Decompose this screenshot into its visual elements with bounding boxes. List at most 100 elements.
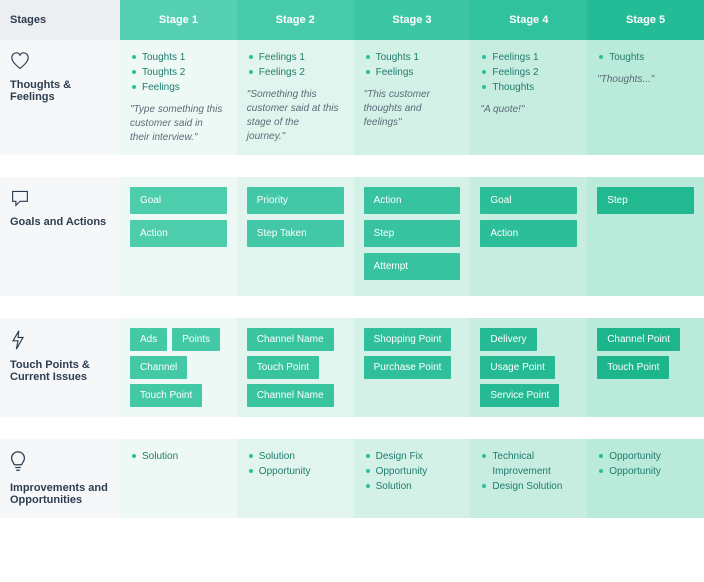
bullet-list: Toughts: [599, 50, 694, 65]
touch-tag: Channel: [130, 356, 187, 379]
list-item: Feelings 1: [249, 50, 344, 65]
touch-tag: Points: [172, 328, 220, 351]
list-item: Toughts: [599, 50, 694, 65]
stages-label-cell: Stages: [0, 0, 120, 40]
list-item: Toughts 1: [132, 50, 227, 65]
row-goals: Goals and Actions Goal Action Priority S…: [0, 177, 704, 296]
goals-cell-1: Goal Action: [120, 177, 237, 296]
goal-card: Goal: [130, 187, 227, 214]
touch-tag: Touch Point: [247, 356, 319, 379]
goals-cell-5: Step: [587, 177, 704, 296]
touch-tag: Touch Point: [130, 384, 202, 407]
touch-tag: Touch Point: [597, 356, 669, 379]
list-item: Feelings 2: [482, 65, 577, 80]
list-item: Toughts 2: [132, 65, 227, 80]
row-improve-label: Improvements and Opportunities: [10, 482, 110, 506]
lightbulb-icon: [10, 451, 110, 476]
list-item: Opportunity: [599, 449, 694, 464]
stage-header-1: Stage 1: [120, 0, 237, 40]
quote-text: "Thoughts...": [597, 73, 694, 87]
row-spacer: [0, 296, 704, 318]
row-improve: Improvements and Opportunities Solution …: [0, 439, 704, 518]
quote-text: "Type something this customer said in th…: [130, 103, 227, 145]
improve-cell-5: Opportunity Opportunity: [587, 439, 704, 518]
list-item: Opportunity: [366, 464, 461, 479]
list-item: Thoughts: [482, 80, 577, 95]
touch-tag: Delivery: [480, 328, 536, 351]
list-item: Feelings 2: [249, 65, 344, 80]
thoughts-cell-2: Feelings 1 Feelings 2 "Something this cu…: [237, 40, 354, 155]
list-item: Toughts 1: [366, 50, 461, 65]
touch-cell-1: Ads Points Channel Touch Point: [120, 318, 237, 417]
row-touch-label: Touch Points & Current Issues: [10, 359, 110, 383]
tag-group: Delivery Usage Point Service Point: [480, 328, 577, 407]
row-improve-head: Improvements and Opportunities: [0, 439, 120, 518]
bolt-icon: [10, 330, 110, 353]
improve-cell-4: Technical Improvement Design Solution: [470, 439, 587, 518]
list-item: Design Solution: [482, 479, 577, 494]
row-thoughts-label: Thoughts & Feelings: [10, 79, 110, 103]
chat-icon: [10, 189, 110, 210]
bullet-list: Feelings 1 Feelings 2: [249, 50, 344, 80]
list-item: Feelings 1: [482, 50, 577, 65]
tag-group: Ads Points Channel Touch Point: [130, 328, 227, 407]
journey-map: Stages Stage 1 Stage 2 Stage 3 Stage 4 S…: [0, 0, 704, 518]
touch-cell-2: Channel Name Touch Point Channel Name: [237, 318, 354, 417]
goal-card: Action: [480, 220, 577, 247]
row-thoughts-head: Thoughts & Feelings: [0, 40, 120, 155]
touch-tag: Usage Point: [480, 356, 554, 379]
touch-cell-4: Delivery Usage Point Service Point: [470, 318, 587, 417]
goals-cell-2: Priority Step Taken: [237, 177, 354, 296]
thoughts-cell-4: Feelings 1 Feelings 2 Thoughts "A quote!…: [470, 40, 587, 155]
bullet-list: Solution: [132, 449, 227, 464]
bullet-list: Technical Improvement Design Solution: [482, 449, 577, 494]
goal-card: Step: [364, 220, 461, 247]
thoughts-cell-1: Toughts 1 Toughts 2 Feelings "Type somet…: [120, 40, 237, 155]
stage-header-2: Stage 2: [237, 0, 354, 40]
bullet-list: Toughts 1 Toughts 2 Feelings: [132, 50, 227, 95]
list-item: Opportunity: [249, 464, 344, 479]
touch-tag: Channel Name: [247, 328, 334, 351]
touch-cell-3: Shopping Point Purchase Point: [354, 318, 471, 417]
goal-card: Priority: [247, 187, 344, 214]
touch-tag: Ads: [130, 328, 167, 351]
touch-tag: Shopping Point: [364, 328, 452, 351]
row-goals-head: Goals and Actions: [0, 177, 120, 296]
goal-card: Step: [597, 187, 694, 214]
improve-cell-2: Solution Opportunity: [237, 439, 354, 518]
goal-card: Action: [130, 220, 227, 247]
quote-text: "Something this customer said at this st…: [247, 88, 344, 144]
bullet-list: Solution Opportunity: [249, 449, 344, 479]
quote-text: "This customer thoughts and feelings": [364, 88, 461, 130]
goal-card: Action: [364, 187, 461, 214]
list-item: Design Fix: [366, 449, 461, 464]
goal-card: Attempt: [364, 253, 461, 280]
improve-cell-1: Solution: [120, 439, 237, 518]
list-item: Feelings: [132, 80, 227, 95]
touch-cell-5: Channel Point Touch Point: [587, 318, 704, 417]
goal-card: Goal: [480, 187, 577, 214]
list-item: Technical Improvement: [482, 449, 577, 479]
goals-cell-4: Goal Action: [470, 177, 587, 296]
stage-header-5: Stage 5: [587, 0, 704, 40]
touch-tag: Purchase Point: [364, 356, 452, 379]
bullet-list: Opportunity Opportunity: [599, 449, 694, 479]
touch-tag: Service Point: [480, 384, 559, 407]
thoughts-cell-3: Toughts 1 Feelings "This customer though…: [354, 40, 471, 155]
list-item: Solution: [132, 449, 227, 464]
row-goals-label: Goals and Actions: [10, 216, 110, 228]
heart-icon: [10, 52, 110, 73]
row-spacer: [0, 417, 704, 439]
tag-group: Channel Name Touch Point Channel Name: [247, 328, 344, 407]
row-spacer: [0, 155, 704, 177]
stage-header-3: Stage 3: [354, 0, 471, 40]
list-item: Opportunity: [599, 464, 694, 479]
tag-group: Channel Point Touch Point: [597, 328, 694, 379]
touch-tag: Channel Point: [597, 328, 680, 351]
touch-tag: Channel Name: [247, 384, 334, 407]
stages-label: Stages: [10, 14, 46, 26]
row-thoughts: Thoughts & Feelings Toughts 1 Toughts 2 …: [0, 40, 704, 155]
row-touch: Touch Points & Current Issues Ads Points…: [0, 318, 704, 417]
header-row: Stages Stage 1 Stage 2 Stage 3 Stage 4 S…: [0, 0, 704, 40]
stage-header-4: Stage 4: [470, 0, 587, 40]
